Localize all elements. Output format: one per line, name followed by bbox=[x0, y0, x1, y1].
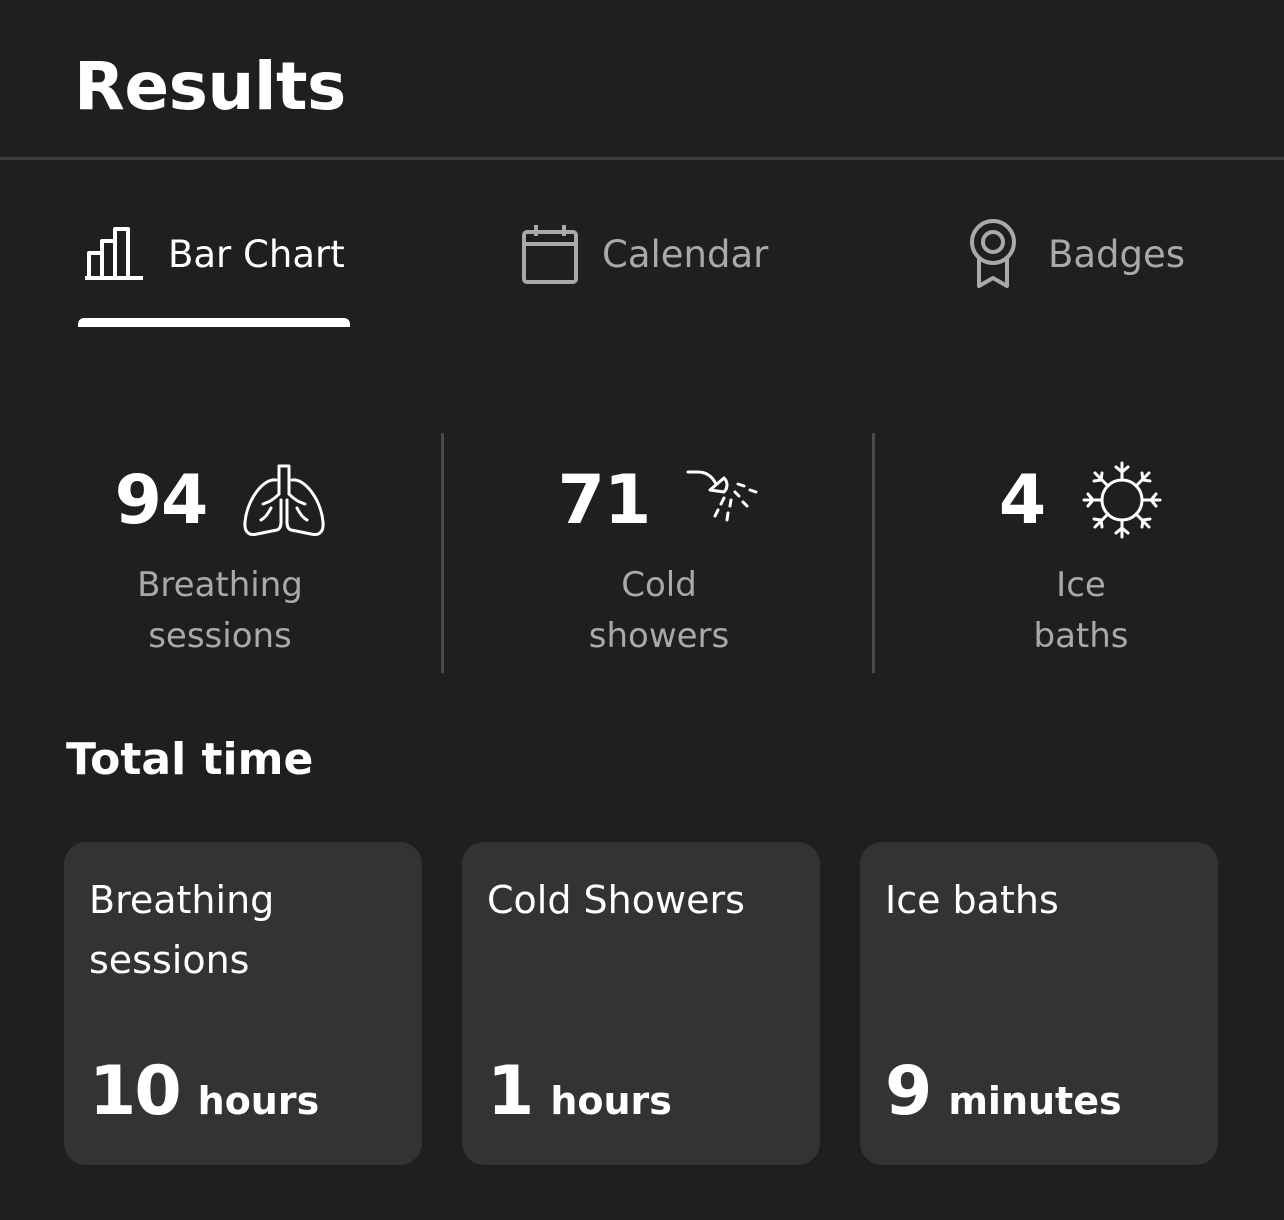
tab-badges[interactable]: Badges bbox=[958, 212, 1185, 296]
stat-value: 4 bbox=[998, 460, 1046, 540]
card-value: 10 bbox=[89, 1052, 182, 1131]
results-screen: Results Bar Chart Calendar Badges 94 Bre… bbox=[0, 0, 1284, 1220]
calendar-icon bbox=[512, 218, 582, 290]
tab-label: Calendar bbox=[602, 232, 769, 276]
tab-bar-chart[interactable]: Bar Chart bbox=[78, 212, 345, 296]
card-value: 1 bbox=[487, 1052, 534, 1131]
stat-label-line1: Cold bbox=[621, 565, 697, 605]
tab-label: Badges bbox=[1048, 232, 1186, 276]
stat-label-line2: showers bbox=[588, 616, 730, 656]
total-time-card-breathing[interactable]: Breathing sessions 10 hours bbox=[64, 842, 422, 1165]
page-title: Results bbox=[74, 48, 346, 125]
tab-calendar[interactable]: Calendar bbox=[512, 212, 768, 296]
card-unit: minutes bbox=[948, 1079, 1122, 1123]
card-unit: hours bbox=[197, 1079, 320, 1123]
stat-label-line2: sessions bbox=[148, 616, 292, 656]
section-title: Total time bbox=[66, 734, 314, 785]
stat-label-line1: Breathing bbox=[137, 565, 303, 605]
card-title: Cold Showers bbox=[487, 878, 745, 922]
card-value: 9 bbox=[885, 1052, 932, 1131]
active-tab-indicator bbox=[78, 318, 350, 327]
stat-breathing-sessions: 94 Breathing sessions bbox=[5, 440, 435, 662]
stat-label-line1: Ice bbox=[1056, 565, 1106, 605]
lungs-icon bbox=[243, 460, 325, 540]
stat-cold-showers: 71 Cold showers bbox=[444, 440, 874, 662]
card-unit: hours bbox=[550, 1079, 672, 1123]
stat-ice-baths: 4 Ice baths bbox=[866, 440, 1284, 662]
shower-icon bbox=[686, 468, 760, 532]
stat-value: 71 bbox=[557, 460, 652, 540]
bar-chart-icon bbox=[78, 218, 148, 290]
stat-value: 94 bbox=[114, 460, 209, 540]
total-time-card-cold-showers[interactable]: Cold Showers 1 hours bbox=[462, 842, 820, 1165]
header: Results bbox=[0, 0, 1284, 160]
card-title: Breathing sessions bbox=[89, 878, 275, 982]
badge-icon bbox=[958, 218, 1028, 290]
tab-label: Bar Chart bbox=[168, 232, 345, 276]
total-time-card-ice-baths[interactable]: Ice baths 9 minutes bbox=[860, 842, 1218, 1165]
stat-label-line2: baths bbox=[1033, 616, 1129, 656]
card-title: Ice baths bbox=[885, 878, 1059, 922]
snowflake-icon bbox=[1081, 461, 1163, 539]
